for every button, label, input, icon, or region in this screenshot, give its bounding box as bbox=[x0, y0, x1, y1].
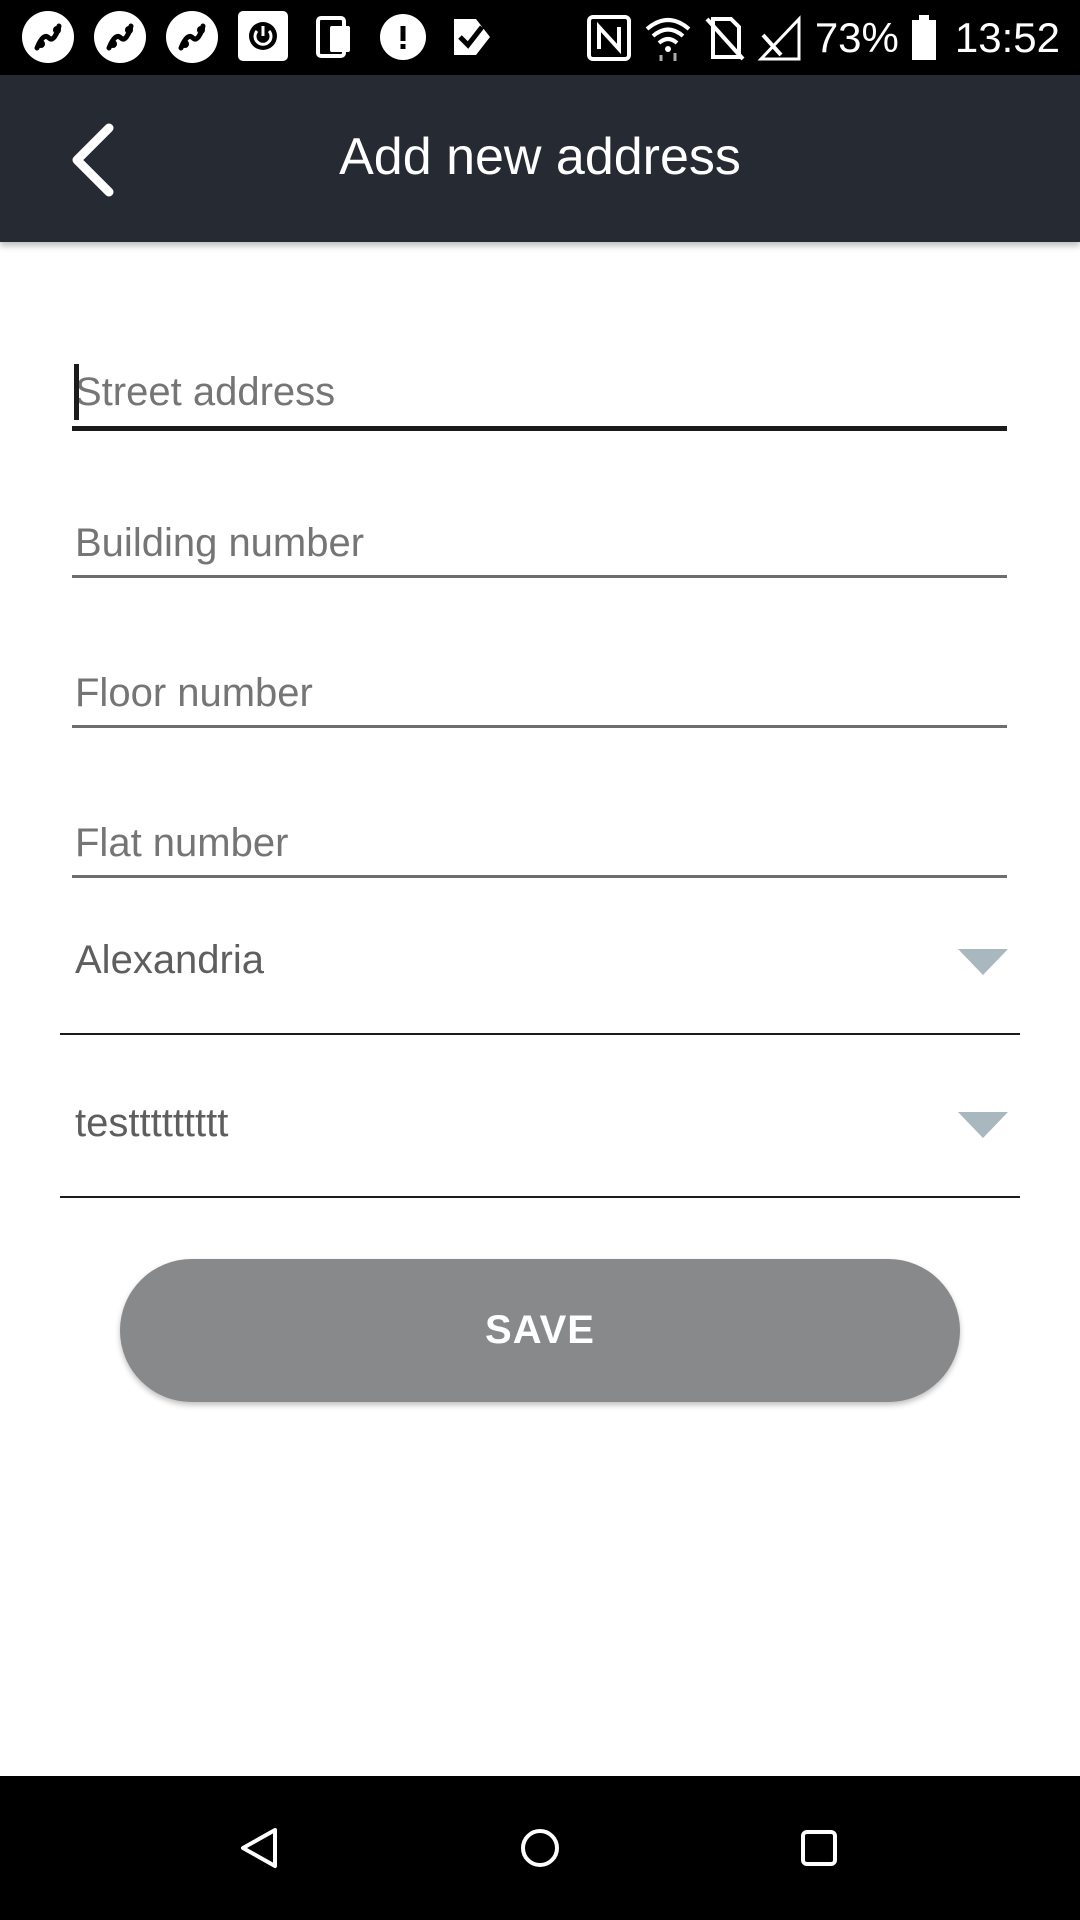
signal-icon bbox=[757, 14, 801, 60]
area-selected-value: testtttttttt bbox=[75, 1101, 229, 1145]
alert-icon bbox=[380, 14, 426, 60]
floor-number-underline bbox=[72, 725, 1007, 728]
flat-number-underline bbox=[72, 875, 1007, 878]
nfc-icon bbox=[586, 14, 631, 61]
street-address-input[interactable] bbox=[72, 362, 1007, 422]
dropdown-arrow-icon bbox=[958, 1112, 1008, 1138]
nav-recents-button[interactable] bbox=[783, 1812, 855, 1884]
dropdown-arrow-icon bbox=[958, 949, 1008, 975]
text-cursor bbox=[74, 364, 79, 420]
city-selected-value: Alexandria bbox=[75, 938, 265, 982]
floor-number-field[interactable] bbox=[72, 663, 1007, 728]
building-number-underline bbox=[72, 575, 1007, 578]
clock: 13:52 bbox=[954, 13, 1060, 61]
battery-icon bbox=[911, 14, 936, 60]
area-select[interactable]: testtttttttt bbox=[60, 1088, 1020, 1200]
recents-square-icon bbox=[801, 1830, 837, 1866]
check-icon bbox=[446, 11, 498, 63]
building-number-input[interactable] bbox=[72, 513, 1007, 573]
wifi-icon bbox=[645, 17, 691, 61]
back-triangle-icon bbox=[241, 1828, 277, 1868]
street-address-underline bbox=[72, 426, 1007, 431]
app-bar: Add new address bbox=[0, 75, 1080, 242]
flat-number-field[interactable] bbox=[72, 813, 1007, 878]
notification-icons bbox=[22, 11, 498, 63]
street-address-field[interactable] bbox=[72, 362, 1007, 431]
system-icons: 73% 13:52 bbox=[586, 0, 1060, 75]
device-icon bbox=[308, 11, 360, 63]
battery-percent: 73% bbox=[814, 13, 899, 61]
nav-home-button[interactable] bbox=[504, 1812, 576, 1884]
navigation-bar bbox=[0, 1776, 1080, 1920]
building-number-field[interactable] bbox=[72, 513, 1007, 578]
home-circle-icon bbox=[521, 1829, 559, 1867]
app-notification-icon bbox=[166, 11, 218, 63]
app-notification-icon bbox=[94, 11, 146, 63]
app-notification-icon bbox=[22, 11, 74, 63]
flat-number-input[interactable] bbox=[72, 813, 1007, 873]
save-button[interactable]: SAVE bbox=[120, 1259, 960, 1402]
city-select[interactable]: Alexandria bbox=[60, 925, 1020, 1037]
screen: 73% 13:52 Add new address Alexandria bbox=[0, 0, 1080, 1920]
status-bar: 73% 13:52 bbox=[0, 0, 1080, 75]
no-sim-icon bbox=[705, 16, 745, 60]
nav-back-button[interactable] bbox=[223, 1812, 295, 1884]
page-title: Add new address bbox=[339, 128, 741, 186]
city-select-underline bbox=[60, 1033, 1020, 1035]
area-select-underline bbox=[60, 1196, 1020, 1198]
floor-number-input[interactable] bbox=[72, 663, 1007, 723]
power-icon bbox=[238, 11, 288, 61]
